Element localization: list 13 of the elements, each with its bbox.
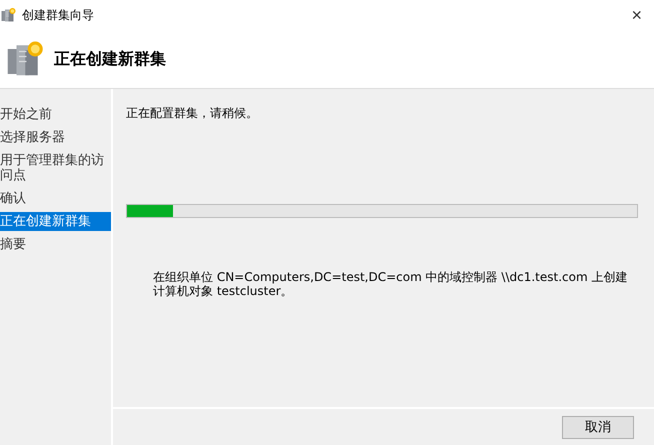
cancel-button[interactable]: 取消 <box>562 416 634 438</box>
step-item[interactable]: 摘要 <box>0 235 111 254</box>
step-item[interactable]: 用于管理群集的访问点 <box>0 151 111 185</box>
step-item[interactable]: 正在创建新群集 <box>0 212 111 231</box>
window-title: 创建群集向导 <box>22 6 94 24</box>
message-text: 在组织单位 CN=Computers,DC=test,DC=com 中的域控制器 \\dc1.test.com 上创建计算机对象 testcluster。 <box>153 270 628 298</box>
step-item[interactable]: 确认 <box>0 189 111 208</box>
page-title: 正在创建新群集 <box>54 48 166 70</box>
server-icon <box>0 7 16 23</box>
step-item[interactable]: 开始之前 <box>0 105 111 124</box>
status-text: 正在配置群集，请稍候。 <box>126 105 259 122</box>
step-item[interactable]: 选择服务器 <box>0 128 111 147</box>
close-button[interactable]: × <box>627 4 646 26</box>
